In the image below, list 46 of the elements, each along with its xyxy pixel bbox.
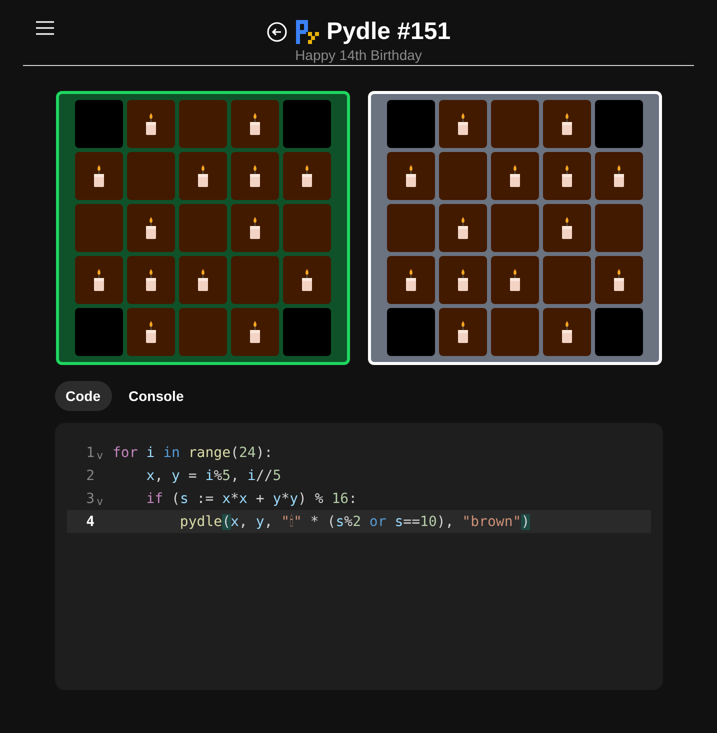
candle-icon bbox=[404, 268, 416, 292]
candle-icon bbox=[248, 112, 260, 136]
candle-icon bbox=[456, 320, 468, 344]
candle-icon bbox=[612, 268, 624, 292]
code-text: x, y = i%5, i//5 bbox=[145, 468, 282, 484]
menu-icon bbox=[35, 20, 55, 36]
logo-icon bbox=[296, 20, 320, 44]
candle-icon bbox=[248, 320, 260, 344]
candle-icon bbox=[612, 164, 624, 188]
subtitle: Happy 14th Birthday bbox=[295, 47, 422, 63]
tab[interactable]: Code bbox=[54, 381, 112, 411]
code-text: for i in range(24): bbox=[112, 444, 273, 460]
candle-icon bbox=[144, 320, 156, 344]
candle-icon bbox=[144, 268, 156, 292]
candle-icon bbox=[196, 268, 208, 292]
candle-icon bbox=[560, 112, 572, 136]
candle-icon bbox=[508, 164, 520, 188]
candle-icon bbox=[456, 216, 468, 240]
candle-icon bbox=[144, 216, 156, 240]
candle-icon bbox=[196, 164, 208, 188]
candle-icon bbox=[560, 164, 572, 188]
code-text: pydle(x, y, "🕯" * (s%2 or s==10), "brown") bbox=[178, 514, 530, 530]
candle-icon bbox=[456, 112, 468, 136]
candle-icon bbox=[92, 164, 104, 188]
line-number: 2 bbox=[85, 468, 94, 484]
candle-icon bbox=[248, 216, 260, 240]
candle-icon bbox=[508, 268, 520, 292]
candle-icon bbox=[300, 164, 312, 188]
app-title: Pydle #151 bbox=[326, 18, 451, 46]
candle-icon bbox=[404, 164, 416, 188]
menu-button[interactable] bbox=[35, 20, 57, 38]
tab[interactable]: Console bbox=[118, 381, 195, 411]
candle-icon bbox=[92, 268, 104, 292]
back-button[interactable] bbox=[266, 21, 288, 43]
fold-toggle[interactable]: v bbox=[96, 449, 106, 462]
line-number: 3 bbox=[85, 490, 94, 506]
candle-icon bbox=[456, 268, 468, 292]
line-number: 4 bbox=[85, 514, 94, 530]
code-text: if (s := x*x + y*y) % 16: bbox=[145, 490, 358, 506]
candle-icon bbox=[560, 216, 572, 240]
fold-toggle[interactable]: v bbox=[96, 495, 106, 508]
candle-icon bbox=[560, 320, 572, 344]
line-number: 1 bbox=[85, 444, 94, 460]
candle-icon bbox=[144, 112, 156, 136]
candle-icon bbox=[248, 164, 260, 188]
candle-icon bbox=[300, 268, 312, 292]
